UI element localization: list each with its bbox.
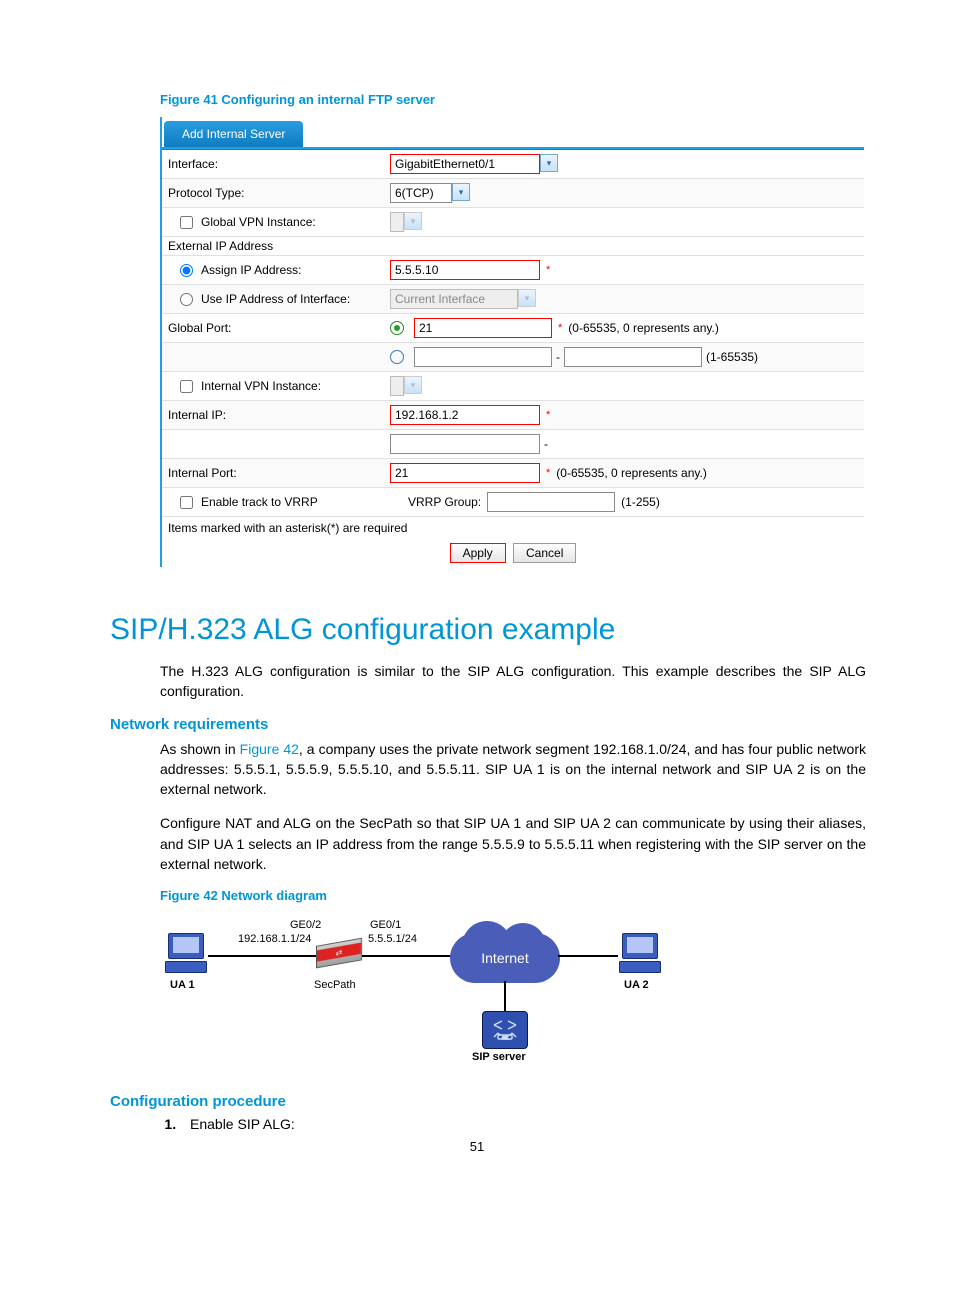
assign-ip-label: Assign IP Address: (201, 263, 302, 277)
figure-41-caption: Figure 41 Configuring an internal FTP se… (160, 92, 866, 107)
assign-ip-radio[interactable] (180, 264, 193, 277)
internal-port-input[interactable] (390, 463, 540, 483)
internal-vpn-label: Internal VPN Instance: (201, 379, 321, 393)
required-star: * (546, 264, 550, 276)
chevron-down-icon: ▾ (404, 376, 422, 394)
use-interface-ip-radio[interactable] (180, 293, 193, 306)
procedure-list: Enable SIP ALG: (160, 1116, 866, 1132)
global-vpn-select (390, 212, 404, 232)
secpath-label: SecPath (314, 979, 356, 991)
cancel-button[interactable]: Cancel (513, 543, 576, 563)
required-star: * (546, 409, 550, 421)
external-ip-header: External IP Address (162, 237, 864, 256)
add-internal-server-panel: Add Internal Server Interface: ▾ Protoco… (160, 117, 864, 567)
ua1-label: UA 1 (170, 979, 195, 991)
global-vpn-checkbox[interactable] (180, 216, 193, 229)
assign-ip-input[interactable] (390, 260, 540, 280)
ge02-ip-label: 192.168.1.1/24 (238, 933, 311, 945)
interface-label: Interface: (162, 157, 390, 171)
global-port-range-hint: (1-65535) (706, 350, 758, 364)
enable-track-vrrp-checkbox[interactable] (180, 496, 193, 509)
chevron-down-icon[interactable]: ▾ (452, 183, 470, 201)
netreq-p1: As shown in Figure 42, a company uses th… (160, 739, 866, 800)
global-port-hint: (0-65535, 0 represents any.) (568, 321, 719, 335)
global-port-range-start[interactable] (414, 347, 552, 367)
internal-ip2-input[interactable] (390, 434, 540, 454)
required-note: Items marked with an asterisk(*) are req… (162, 517, 864, 537)
track-vrrp-label: Enable track to VRRP (201, 495, 318, 509)
netreq-p2: Configure NAT and ALG on the SecPath so … (160, 813, 866, 874)
tab-add-internal-server[interactable]: Add Internal Server (164, 121, 303, 147)
required-star: * (558, 322, 562, 334)
apply-button[interactable]: Apply (450, 543, 506, 563)
required-star: * (546, 467, 550, 479)
cloud-icon: Internet (450, 933, 560, 983)
global-port-range-end[interactable] (564, 347, 702, 367)
router-icon: ⇄ (316, 938, 360, 976)
internal-port-hint: (0-65535, 0 represents any.) (556, 466, 707, 480)
section-title: SIP/H.323 ALG configuration example (110, 613, 866, 647)
internal-ip-label: Internal IP: (162, 408, 390, 422)
server-icon: GK (482, 1011, 528, 1049)
global-port-range-radio[interactable] (390, 350, 404, 364)
internal-ip-input[interactable] (390, 405, 540, 425)
internal-vpn-select (390, 376, 404, 396)
vrrp-group-label: VRRP Group: (408, 495, 481, 509)
global-port-label: Global Port: (162, 321, 390, 335)
protocol-type-label: Protocol Type: (162, 186, 390, 200)
use-interface-select (390, 289, 518, 309)
sip-server-label: SIP server (472, 1051, 526, 1063)
global-port-single-radio[interactable] (390, 321, 404, 335)
vrrp-group-input[interactable] (487, 492, 615, 512)
internal-port-label: Internal Port: (162, 466, 390, 480)
figure-42-link[interactable]: Figure 42 (240, 741, 299, 757)
interface-select[interactable] (390, 154, 540, 174)
ge01-ip-label: 5.5.5.1/24 (368, 933, 417, 945)
page-number: 51 (0, 1139, 954, 1154)
network-requirements-heading: Network requirements (110, 716, 866, 733)
configuration-procedure-heading: Configuration procedure (110, 1093, 866, 1110)
internet-label: Internet (481, 950, 528, 966)
pc-icon (618, 933, 662, 973)
ua2-label: UA 2 (624, 979, 649, 991)
internal-vpn-checkbox[interactable] (180, 380, 193, 393)
use-interface-ip-label: Use IP Address of Interface: (201, 292, 350, 306)
figure-42-caption: Figure 42 Network diagram (160, 888, 866, 903)
vrrp-hint: (1-255) (621, 495, 660, 509)
network-diagram: UA 1 GE0/2 192.168.1.1/24 ⇄ SecPath GE0/… (160, 913, 700, 1073)
ge02-label: GE0/2 (290, 919, 321, 931)
global-port-input[interactable] (414, 318, 552, 338)
global-vpn-label: Global VPN Instance: (201, 215, 316, 229)
protocol-type-select[interactable] (390, 183, 452, 203)
procedure-step-1: Enable SIP ALG: (180, 1116, 866, 1132)
intro-text: The H.323 ALG configuration is similar t… (160, 661, 866, 702)
svg-text:GK: GK (502, 1035, 508, 1040)
pc-icon (164, 933, 208, 973)
chevron-down-icon: ▾ (518, 289, 536, 307)
chevron-down-icon: ▾ (404, 212, 422, 230)
ge01-label: GE0/1 (370, 919, 401, 931)
chevron-down-icon[interactable]: ▾ (540, 154, 558, 172)
